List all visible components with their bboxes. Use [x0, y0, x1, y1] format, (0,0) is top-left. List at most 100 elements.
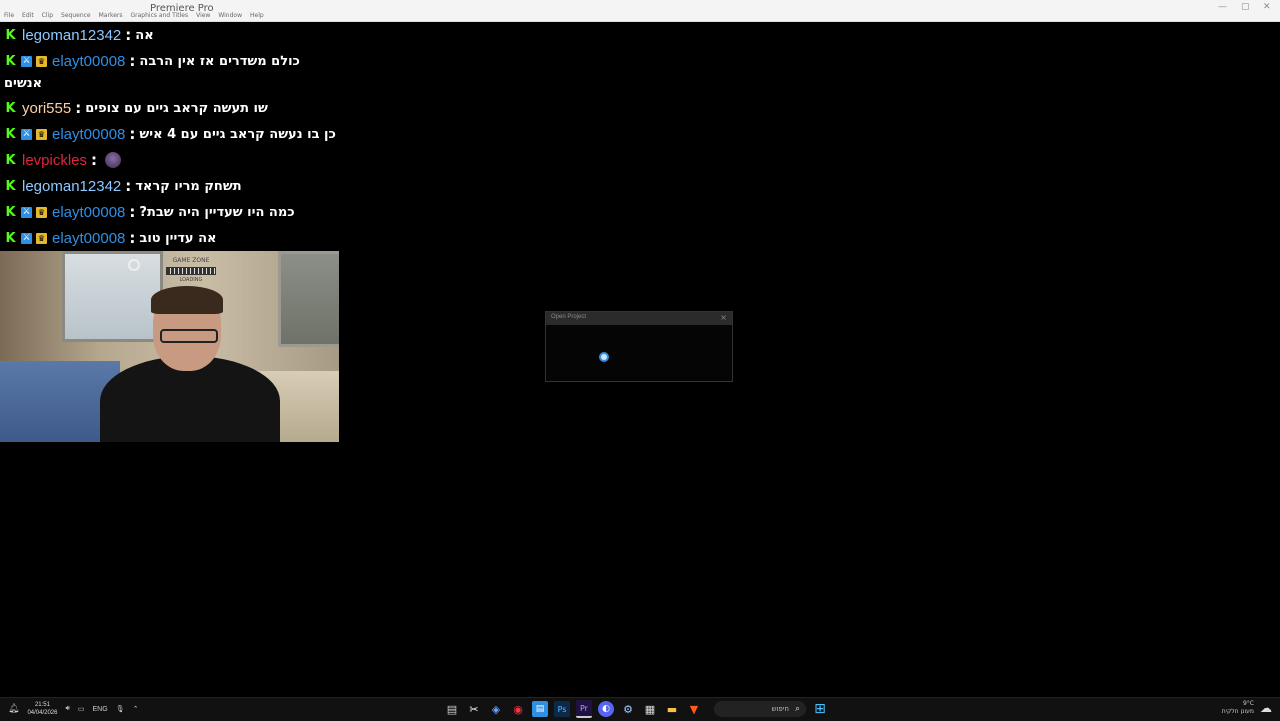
chat-separator: : — [75, 99, 82, 117]
obs-icon[interactable]: ◈ — [488, 701, 504, 717]
network-icon[interactable]: ▭ — [78, 705, 85, 713]
notepad-icon[interactable]: ▤ — [532, 701, 548, 717]
microphone-icon[interactable]: 🎙︎ — [116, 705, 125, 713]
chat-message: K levpickles : — [0, 148, 122, 172]
clock-time: 21:51 — [34, 702, 50, 708]
calendar-icon[interactable]: ▦ — [642, 701, 658, 717]
chat-message: K ⚔ ♛ elayt00008 : אה עדיין טוב — [0, 226, 217, 250]
menu-edit[interactable]: Edit — [22, 12, 34, 19]
window-title: Premiere Pro — [150, 3, 214, 14]
vip-crown-badge-icon: ♛ — [36, 206, 47, 218]
dialog-header: Open Project × — [546, 312, 732, 325]
weather-widget[interactable]: 9°C מעונן חלקית ☁ — [1222, 700, 1272, 716]
chat-text: כמה היו שעדיין היה שבת? — [139, 204, 295, 220]
chat-separator: : — [129, 203, 136, 221]
chat-username: levpickles — [22, 151, 88, 169]
kick-badge-icon: K — [5, 126, 16, 142]
poster-sub: LOADING — [179, 277, 203, 283]
brave-icon[interactable]: ▼ — [686, 701, 702, 717]
minimize-button[interactable]: — — [1218, 2, 1227, 12]
chat-text: שו תעשה קראב גיים עם צופים — [85, 100, 268, 116]
language-indicator[interactable]: ENG — [93, 706, 108, 713]
chat-separator: : — [125, 177, 132, 195]
chat-text: אה עדיין טוב — [139, 230, 217, 246]
chat-username: legoman12342 — [22, 26, 122, 44]
poster-loading-bar — [166, 267, 216, 275]
moderator-badge-icon: ⚔ — [21, 55, 32, 67]
maximize-button[interactable]: ▢ — [1241, 2, 1250, 12]
clock-date: 04/04/2026 — [27, 710, 58, 716]
chrome-icon[interactable]: ◉ — [510, 701, 526, 717]
person-hair — [151, 286, 223, 314]
chat-username: elayt00008 — [52, 125, 126, 143]
kick-badge-icon: K — [5, 204, 16, 220]
chat-username: elayt00008 — [52, 203, 126, 221]
folder-icon[interactable]: ▬ — [664, 701, 680, 717]
chat-text: תשחק מריו קראד — [135, 178, 242, 194]
chat-separator: : — [91, 151, 98, 169]
discord-icon[interactable]: ◐ — [598, 701, 614, 717]
chat-text-continuation: אנשים — [4, 76, 43, 91]
volume-icon[interactable]: 🔊︎ — [65, 705, 69, 713]
person-glasses — [160, 329, 218, 343]
kick-badge-icon: K — [5, 53, 16, 69]
cursor-ring-icon — [128, 259, 140, 271]
chat-separator: : — [129, 229, 136, 247]
dialog-close-button[interactable]: × — [720, 313, 727, 322]
menu-file[interactable]: File — [4, 12, 14, 19]
kick-badge-icon: K — [5, 178, 16, 194]
vip-crown-badge-icon: ♛ — [36, 232, 47, 244]
chat-text: כולם משדרים אז אין הרבה — [139, 53, 300, 69]
kick-badge-icon: K — [5, 27, 16, 43]
menu-markers[interactable]: Markers — [99, 12, 123, 19]
premiere-icon[interactable]: Pr — [576, 700, 592, 718]
menu-help[interactable]: Help — [250, 12, 264, 19]
chat-username: legoman12342 — [22, 177, 122, 195]
moderator-badge-icon: ⚔ — [21, 232, 32, 244]
chat-username: elayt00008 — [52, 229, 126, 247]
poster-title: GAME ZONE — [172, 257, 210, 264]
notification-bell-icon[interactable]: 🔔︎ — [8, 704, 19, 714]
menu-clip[interactable]: Clip — [42, 12, 53, 19]
vip-crown-badge-icon: ♛ — [36, 55, 47, 67]
loading-spinner-icon — [599, 352, 609, 362]
clock[interactable]: 21:51 04/04/2026 — [27, 701, 57, 717]
menu-sequence[interactable]: Sequence — [61, 12, 91, 19]
moderator-badge-icon: ⚔ — [21, 128, 32, 140]
chat-message: K ⚔ ♛ elayt00008 : כן בו נעשה קראב גיים … — [0, 122, 335, 146]
emote-icon — [105, 152, 122, 168]
close-window-button[interactable]: ✕ — [1263, 2, 1271, 12]
photoshop-icon[interactable]: Ps — [554, 701, 570, 717]
terminal-icon[interactable]: ▤ — [444, 701, 460, 717]
kick-badge-icon: K — [5, 152, 16, 168]
room-window — [278, 251, 339, 347]
chat-message: K ⚔ ♛ elayt00008 : כולם משדרים אז אין הר… — [0, 49, 300, 73]
webcam-feed: GAME ZONE LOADING — [0, 251, 339, 442]
kick-badge-icon: K — [5, 100, 16, 116]
chat-separator: : — [125, 26, 132, 44]
chat-message: K legoman12342 : אה — [0, 23, 153, 47]
search-box[interactable]: חיפוש ⌕ — [714, 701, 806, 717]
app-titlebar: File Edit Clip Sequence Markers Graphics… — [0, 0, 1280, 22]
menu-window[interactable]: Window — [218, 12, 242, 19]
chat-separator: : — [129, 125, 136, 143]
system-tray: 🔔︎ 21:51 04/04/2026 🔊︎ ▭ ENG 🎙︎ ⌃ — [8, 701, 138, 717]
chevron-up-icon[interactable]: ⌃ — [133, 705, 139, 713]
vip-crown-badge-icon: ♛ — [36, 128, 47, 140]
search-icon: ⌕ — [794, 704, 800, 714]
weather-cloud-icon: ☁ — [1260, 701, 1272, 715]
chat-username: elayt00008 — [52, 52, 126, 70]
steam-icon[interactable]: ⚙ — [620, 701, 636, 717]
capcut-icon[interactable]: ✂ — [466, 701, 482, 717]
weather-desc: מעונן חלקית — [1221, 708, 1254, 715]
start-windows-icon[interactable]: ⊞ — [812, 701, 828, 717]
menu-bar: File Edit Clip Sequence Markers Graphics… — [4, 12, 264, 19]
chat-message: K legoman12342 : תשחק מריו קראד — [0, 174, 242, 198]
chat-message: K ⚔ ♛ elayt00008 : כמה היו שעדיין היה שב… — [0, 200, 295, 224]
weather-temp: 9°C — [1242, 700, 1254, 707]
chat-message: K yori555 : שו תעשה קראב גיים עם צופים — [0, 96, 268, 120]
room-window — [62, 251, 163, 342]
moderator-badge-icon: ⚔ — [21, 206, 32, 218]
kick-badge-icon: K — [5, 230, 16, 246]
dialog-title: Open Project — [551, 314, 587, 320]
